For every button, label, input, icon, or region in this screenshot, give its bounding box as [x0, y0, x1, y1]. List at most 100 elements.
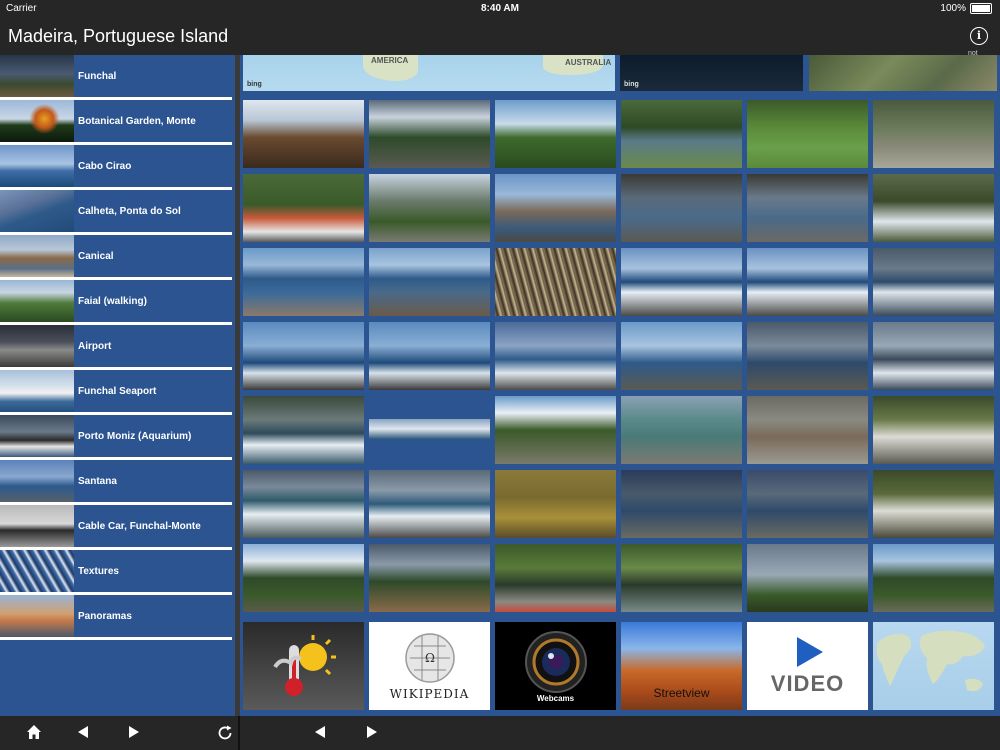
- photo-thumbnail[interactable]: [369, 100, 490, 168]
- arrow-left-icon: [78, 726, 88, 738]
- photo-thumbnail[interactable]: [747, 248, 868, 316]
- video-label: VIDEO: [770, 671, 845, 696]
- photo-thumbnail[interactable]: [243, 322, 364, 390]
- sidebar-item-textures[interactable]: Textures: [0, 550, 232, 595]
- sidebar-item-funchal[interactable]: Funchal: [0, 55, 232, 100]
- sidebar-item-faial[interactable]: Faial (walking): [0, 280, 232, 325]
- photo-thumbnail[interactable]: [243, 470, 364, 538]
- camera-lens-icon: [524, 630, 587, 693]
- wikipedia-link[interactable]: Ω WIKIPEDIA: [369, 622, 490, 710]
- webcams-label: Webcams: [536, 693, 575, 703]
- photo-grid: AMERICA AUSTRALIA bing bing Ω WIKIPEDIA …: [240, 55, 1000, 716]
- photo-thumbnail[interactable]: [873, 174, 994, 242]
- aerial-map-tile[interactable]: [809, 55, 997, 91]
- photo-thumbnail[interactable]: [243, 396, 364, 464]
- photo-thumbnail[interactable]: [873, 248, 994, 316]
- photo-thumbnail[interactable]: [873, 100, 994, 168]
- canical-thumbnail: [0, 235, 74, 277]
- photo-thumbnail[interactable]: [747, 470, 868, 538]
- photo-thumbnail[interactable]: [873, 396, 994, 464]
- sidebar-item-label: Porto Moniz (Aquarium): [78, 430, 192, 442]
- calheta-thumbnail: [0, 190, 74, 232]
- sidebar-item-label: Airport: [78, 340, 112, 352]
- forward-button[interactable]: [124, 724, 144, 745]
- photo-thumbnail[interactable]: [621, 470, 742, 538]
- reload-icon: [218, 725, 232, 740]
- world-map-tile[interactable]: AMERICA AUSTRALIA bing: [243, 55, 615, 91]
- photo-thumbnail[interactable]: [369, 470, 490, 538]
- sidebar-item-panoramas[interactable]: Panoramas: [0, 595, 232, 640]
- cable-car-thumbnail: [0, 505, 74, 547]
- photo-thumbnail[interactable]: [873, 544, 994, 612]
- photo-thumbnail[interactable]: [621, 544, 742, 612]
- grid-back-button[interactable]: [310, 724, 330, 745]
- photo-thumbnail[interactable]: [495, 470, 616, 538]
- photo-thumbnail[interactable]: [621, 174, 742, 242]
- photo-thumbnail[interactable]: [621, 100, 742, 168]
- photo-thumbnail[interactable]: [621, 322, 742, 390]
- weather-link[interactable]: [243, 622, 364, 710]
- photo-thumbnail[interactable]: [495, 322, 616, 390]
- photo-thumbnail[interactable]: [369, 322, 490, 390]
- bottom-toolbar: [0, 716, 1000, 750]
- photo-thumbnail[interactable]: [621, 396, 742, 464]
- sidebar-item-label: Funchal Seaport: [78, 385, 157, 397]
- sidebar-item-airport[interactable]: Airport: [0, 325, 232, 370]
- photo-thumbnail[interactable]: [747, 100, 868, 168]
- photo-thumbnail[interactable]: [747, 322, 868, 390]
- photo-thumbnail[interactable]: [747, 396, 868, 464]
- reload-button[interactable]: [215, 724, 235, 747]
- photo-thumbnail[interactable]: [495, 100, 616, 168]
- sidebar-item-calheta[interactable]: Calheta, Ponta do Sol: [0, 190, 232, 235]
- page-title: Madeira, Portuguese Island: [8, 26, 229, 46]
- photo-thumbnail[interactable]: [369, 174, 490, 242]
- info-button[interactable]: i not: [968, 27, 988, 57]
- arrow-right-icon: [367, 726, 377, 738]
- botanical-garden-thumbnail: [0, 100, 74, 142]
- satellite-map-tile[interactable]: bing: [620, 55, 803, 91]
- play-icon: [796, 637, 823, 667]
- funchal-seaport-thumbnail: [0, 370, 74, 412]
- photo-thumbnail[interactable]: [495, 544, 616, 612]
- photo-thumbnail[interactable]: [495, 174, 616, 242]
- webcams-link[interactable]: Webcams: [495, 622, 616, 710]
- photo-thumbnail[interactable]: [369, 419, 490, 439]
- photo-thumbnail[interactable]: [747, 174, 868, 242]
- sidebar-item-canical[interactable]: Canical: [0, 235, 232, 280]
- photo-thumbnail[interactable]: [495, 248, 616, 316]
- photo-thumbnail[interactable]: [495, 396, 616, 464]
- video-link[interactable]: VIDEO: [747, 622, 868, 710]
- funchal-thumbnail: [0, 55, 74, 97]
- sidebar-item-funchal-seaport[interactable]: Funchal Seaport: [0, 370, 232, 415]
- photo-thumbnail[interactable]: [369, 544, 490, 612]
- photo-thumbnail[interactable]: [243, 248, 364, 316]
- grid-forward-button[interactable]: [362, 724, 382, 745]
- streetview-link[interactable]: Streetview: [621, 622, 742, 710]
- world-map-icon: [876, 630, 985, 692]
- bing-logo: bing: [247, 81, 262, 88]
- battery-status: 100%: [940, 3, 992, 14]
- santana-thumbnail: [0, 460, 74, 502]
- back-button[interactable]: [73, 724, 93, 745]
- wikipedia-label: WIKIPEDIA: [389, 686, 470, 701]
- photo-thumbnail[interactable]: [243, 100, 364, 168]
- sidebar-item-label: Botanical Garden, Monte: [78, 115, 196, 127]
- sidebar-item-cable-car[interactable]: Cable Car, Funchal-Monte: [0, 505, 232, 550]
- photo-thumbnail[interactable]: [873, 470, 994, 538]
- map-link[interactable]: [873, 622, 994, 710]
- sidebar-item-cabo-cirao[interactable]: Cabo Cirao: [0, 145, 232, 190]
- sidebar: Funchal Botanical Garden, Monte Cabo Cir…: [0, 55, 235, 716]
- sidebar-item-botanical-garden[interactable]: Botanical Garden, Monte: [0, 100, 232, 145]
- photo-thumbnail[interactable]: [747, 544, 868, 612]
- photo-thumbnail[interactable]: [621, 248, 742, 316]
- streetview-label: Streetview: [653, 686, 710, 700]
- photo-thumbnail[interactable]: [243, 544, 364, 612]
- photo-thumbnail[interactable]: [873, 322, 994, 390]
- sidebar-item-label: Cable Car, Funchal-Monte: [78, 520, 201, 532]
- photo-thumbnail[interactable]: [369, 248, 490, 316]
- battery-percent: 100%: [940, 3, 966, 14]
- photo-thumbnail[interactable]: [243, 174, 364, 242]
- sidebar-item-porto-moniz[interactable]: Porto Moniz (Aquarium): [0, 415, 232, 460]
- home-button[interactable]: [24, 724, 44, 745]
- sidebar-item-santana[interactable]: Santana: [0, 460, 232, 505]
